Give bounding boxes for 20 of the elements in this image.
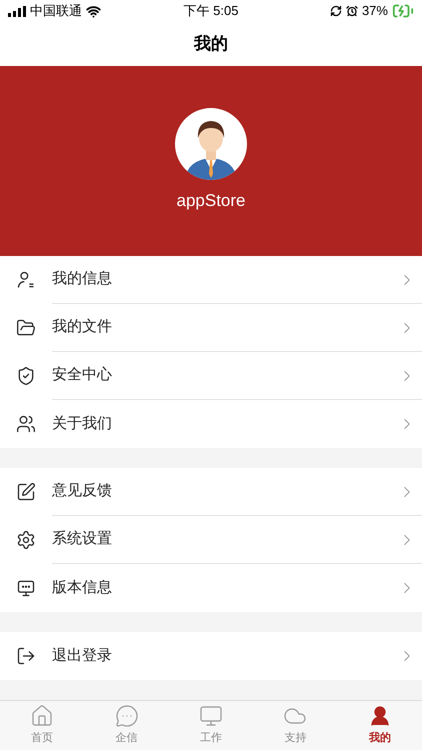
settings-icon [16, 530, 36, 550]
shield-icon [16, 366, 36, 386]
home-icon [30, 704, 54, 728]
alarm-icon [346, 5, 358, 17]
user-icon [16, 270, 36, 290]
monitor-icon [16, 578, 36, 598]
signal-icon [8, 6, 26, 16]
tab-item[interactable]: 我的 [338, 701, 422, 750]
monitor-icon [199, 704, 224, 728]
users-icon [16, 414, 36, 434]
folder-icon [16, 318, 36, 338]
battery-percent: 37% [362, 2, 388, 20]
wifi-icon [86, 4, 101, 18]
edit-icon [16, 482, 36, 502]
logout-icon [16, 646, 36, 666]
user-name: appStore [176, 190, 246, 212]
page-title: 我的 [194, 33, 228, 56]
status-time: 下午 5:05 [182, 2, 240, 20]
carrier-name: 中国联通 [30, 2, 82, 20]
chat-icon [114, 704, 139, 728]
